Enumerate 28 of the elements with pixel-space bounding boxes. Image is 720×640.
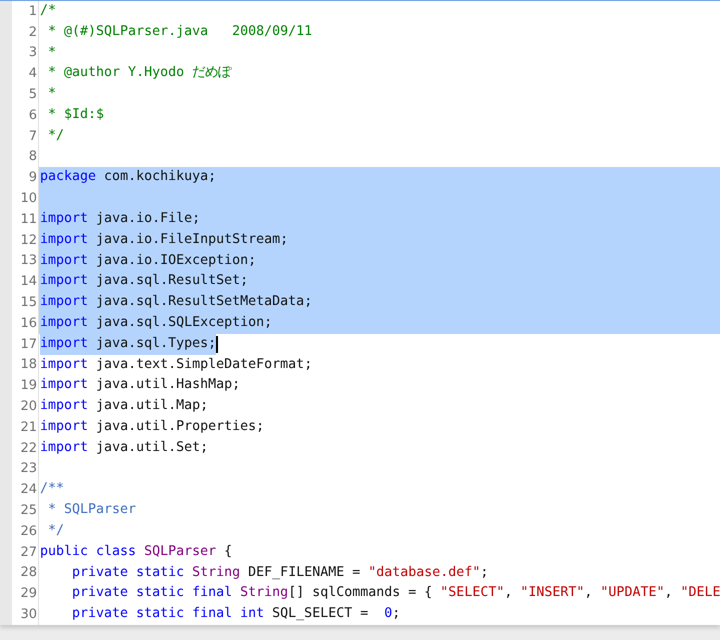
line-number: 1 — [12, 1, 39, 22]
code-line: /** — [40, 480, 64, 498]
code-line: */ — [47, 522, 64, 540]
code-line: import java.util.Properties; — [40, 418, 264, 436]
code-line: import java.io.IOException; — [40, 252, 256, 270]
code-line: package com.kochikuya; — [40, 168, 216, 186]
code-line: * — [47, 85, 56, 104]
code-line: * @(#)SQLParser.java 2008/09/11 — [47, 22, 312, 41]
code-line: import java.sql.ResultSetMetaData; — [40, 293, 312, 312]
code-line: * — [47, 44, 56, 62]
code-line: /* — [40, 2, 56, 20]
code-line: private static String DEF_FILENAME = "database.def"; — [71, 564, 488, 582]
code-line: import java.util.Map; — [40, 397, 208, 416]
code-line: import java.util.Set; — [40, 438, 208, 457]
code-line: import java.io.FileInputStream; — [40, 230, 288, 249]
code-line: import java.sql.SQLException; — [40, 314, 272, 332]
code-line: import java.text.SimpleDateFormat; — [40, 356, 312, 374]
code-line: private static final String[] sqlCommands = { "SELECT", "INSERT", "UPDATE", "DELE — [71, 584, 720, 602]
code-line: */ — [47, 126, 64, 145]
code-line: public class SQLParser { — [40, 542, 232, 561]
code-line: import java.util.HashMap; — [40, 376, 240, 394]
line-number: 30 — [12, 604, 39, 625]
code-line: * @author Y.Hyodo だめぽ — [47, 64, 232, 82]
code-line: * SQLParser — [47, 501, 136, 520]
code-line: private static final int SQL_SELECT = 0; — [71, 605, 400, 624]
code-line: * $Id:$ — [47, 106, 104, 124]
code-line: import java.io.File; — [40, 210, 200, 228]
code-line: import java.sql.ResultSet; — [40, 272, 248, 290]
